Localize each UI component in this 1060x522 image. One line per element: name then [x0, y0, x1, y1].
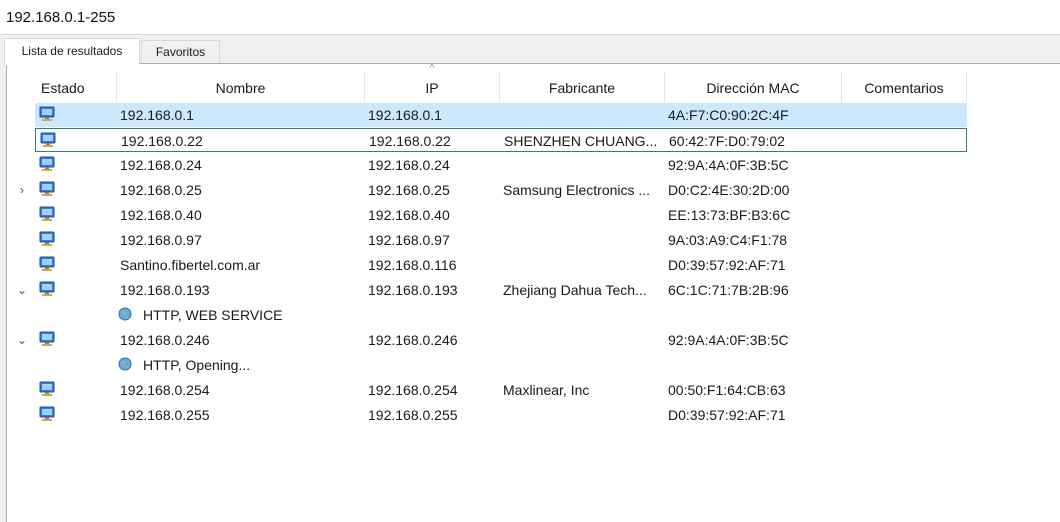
- globe-icon: [118, 357, 132, 371]
- address-bar: [0, 0, 1060, 35]
- ip-cell: 192.168.0.25: [368, 182, 450, 198]
- vendor-cell: SHENZHEN CHUANG...: [504, 133, 658, 149]
- host-name-cell: 192.168.0.255: [120, 407, 210, 423]
- collapse-chevron-icon[interactable]: ⌄: [16, 278, 28, 302]
- service-row[interactable]: HTTP, WEB SERVICE: [35, 303, 967, 327]
- list-header: Estado Nombre ^ IP Fabricante Dirección …: [7, 64, 967, 102]
- ip-cell: 192.168.0.246: [368, 332, 458, 348]
- column-header-ip[interactable]: ^ IP: [365, 64, 500, 102]
- mac-cell: 9A:03:A9:C4:F1:78: [668, 232, 788, 248]
- column-header-nombre[interactable]: Nombre: [117, 72, 365, 102]
- table-row[interactable]: 192.168.0.254 192.168.0.254 Maxlinear, Inc…: [35, 378, 967, 402]
- vendor-cell: Samsung Electronics ...: [503, 182, 651, 198]
- mac-cell: D0:C2:4E:30:2D:00: [668, 182, 790, 198]
- collapse-chevron-icon[interactable]: ⌄: [16, 328, 28, 352]
- host-name-cell: 192.168.0.1: [120, 107, 194, 123]
- table-row[interactable]: 192.168.0.1 192.168.0.1 4A:F7:C0:90:2C:4F: [35, 103, 967, 127]
- vendor-cell: Maxlinear, Inc: [503, 382, 590, 398]
- vendor-cell: Zhejiang Dahua Tech...: [503, 282, 647, 298]
- computer-icon: [39, 406, 55, 422]
- table-row[interactable]: 192.168.0.25 192.168.0.25 Samsung Electron…: [35, 178, 967, 202]
- ip-cell: 192.168.0.22: [369, 133, 451, 149]
- expand-chevron-icon[interactable]: ›: [16, 178, 28, 202]
- vendor-cell: [503, 153, 663, 177]
- table-row[interactable]: 192.168.0.246 192.168.0.246 92:9A:4A:0F:3B…: [35, 328, 967, 352]
- tab-result-list[interactable]: Lista de resultados: [4, 38, 140, 65]
- host-name-cell: 192.168.0.22: [121, 133, 203, 149]
- vendor-cell: [503, 228, 663, 252]
- computer-icon: [40, 132, 56, 148]
- computer-icon: [39, 256, 55, 272]
- table-row[interactable]: 192.168.0.193 192.168.0.193 Zhejiang Dahua…: [35, 278, 967, 302]
- table-row[interactable]: 192.168.0.22 192.168.0.22 SHENZHEN CHUANG.…: [35, 128, 967, 152]
- computer-icon: [39, 181, 55, 197]
- tab-favorites[interactable]: Favoritos: [141, 40, 220, 64]
- mac-cell: D0:39:57:92:AF:71: [668, 407, 786, 423]
- ip-range-input[interactable]: [4, 4, 1058, 30]
- column-header-comentarios[interactable]: Comentarios: [842, 72, 967, 102]
- table-row[interactable]: 192.168.0.97 192.168.0.97 9A:03:A9:C4:F1:7…: [35, 228, 967, 252]
- ip-cell: 192.168.0.255: [368, 407, 458, 423]
- ip-cell: 192.168.0.193: [368, 282, 458, 298]
- service-row[interactable]: HTTP, Opening...: [35, 353, 967, 377]
- mac-cell: 4A:F7:C0:90:2C:4F: [668, 107, 789, 123]
- mac-cell: EE:13:73:BF:B3:6C: [668, 207, 791, 223]
- vendor-cell: [503, 403, 663, 427]
- ip-cell: 192.168.0.40: [368, 207, 450, 223]
- host-name-cell: 192.168.0.97: [120, 232, 202, 248]
- host-name-cell: 192.168.0.254: [120, 382, 210, 398]
- column-header-estado[interactable]: Estado: [35, 72, 117, 102]
- table-row[interactable]: 192.168.0.24 192.168.0.24 92:9A:4A:0F:3B:5…: [35, 153, 967, 177]
- column-header-mac[interactable]: Dirección MAC: [665, 72, 842, 102]
- ip-cell: 192.168.0.254: [368, 382, 458, 398]
- host-name-cell: Santino.fibertel.com.ar: [120, 257, 261, 273]
- column-header-fabricante[interactable]: Fabricante: [500, 72, 665, 102]
- ip-cell: 192.168.0.116: [368, 257, 457, 273]
- host-name-cell: 192.168.0.246: [120, 332, 210, 348]
- mac-cell: 6C:1C:71:7B:2B:96: [668, 282, 789, 298]
- table-row[interactable]: 192.168.0.255 192.168.0.255 D0:39:57:92:AF…: [35, 403, 967, 427]
- service-label: HTTP, Opening...: [143, 357, 251, 373]
- host-name-cell: 192.168.0.193: [120, 282, 210, 298]
- vendor-cell: [503, 103, 663, 127]
- mac-cell: 00:50:F1:64:CB:63: [668, 382, 786, 398]
- mac-cell: D0:39:57:92:AF:71: [668, 257, 786, 273]
- computer-icon: [39, 206, 55, 222]
- host-name-cell: 192.168.0.24: [120, 157, 202, 173]
- mac-cell: 92:9A:4A:0F:3B:5C: [668, 332, 789, 348]
- host-name-cell: 192.168.0.25: [120, 182, 202, 198]
- table-row[interactable]: Santino.fibertel.com.ar 192.168.0.116 D0:3…: [35, 253, 967, 277]
- computer-icon: [39, 231, 55, 247]
- results-list[interactable]: Estado Nombre ^ IP Fabricante Dirección …: [6, 63, 1060, 522]
- host-name-cell: 192.168.0.40: [120, 207, 202, 223]
- service-label: HTTP, WEB SERVICE: [143, 307, 283, 323]
- tab-bar: Lista de resultados Favoritos: [0, 38, 1060, 65]
- table-row[interactable]: 192.168.0.40 192.168.0.40 EE:13:73:BF:B3:6…: [35, 203, 967, 227]
- mac-cell: 92:9A:4A:0F:3B:5C: [668, 157, 789, 173]
- computer-icon: [39, 156, 55, 172]
- ip-cell: 192.168.0.1: [368, 107, 442, 123]
- vendor-cell: [503, 328, 663, 352]
- computer-icon: [39, 331, 55, 347]
- computer-icon: [39, 281, 55, 297]
- vendor-cell: [503, 203, 663, 227]
- ip-cell: 192.168.0.97: [368, 232, 450, 248]
- computer-icon: [39, 106, 55, 122]
- mac-cell: 60:42:7F:D0:79:02: [669, 133, 785, 149]
- globe-icon: [118, 307, 132, 321]
- ip-cell: 192.168.0.24: [368, 157, 450, 173]
- vendor-cell: [503, 253, 663, 277]
- computer-icon: [39, 381, 55, 397]
- sort-ascending-icon: ^: [429, 63, 435, 74]
